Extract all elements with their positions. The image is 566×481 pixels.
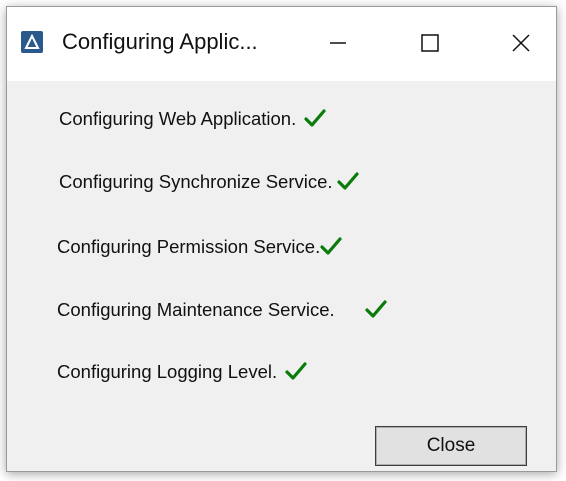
- maximize-button[interactable]: [407, 21, 453, 65]
- status-label: Configuring Permission Service.: [57, 236, 321, 257]
- title-bar[interactable]: Configuring Applic...: [7, 7, 556, 81]
- status-label: Configuring Logging Level.: [57, 361, 278, 382]
- status-line-maintenance-service: Configuring Maintenance Service.: [57, 295, 387, 325]
- checkmark-icon: [320, 237, 342, 255]
- status-label: Configuring Maintenance Service.: [57, 299, 335, 320]
- checkmark-icon: [365, 300, 387, 318]
- app-logo-icon: [21, 31, 43, 53]
- status-label: Configuring Synchronize Service.: [59, 171, 333, 192]
- maximize-icon: [421, 34, 439, 52]
- close-button[interactable]: Close: [375, 426, 527, 466]
- minimize-button[interactable]: [315, 21, 361, 65]
- window-title: Configuring Applic...: [62, 29, 258, 54]
- checkmark-icon: [304, 109, 326, 127]
- checkmark-icon: [285, 362, 307, 380]
- status-label: Configuring Web Application.: [59, 108, 297, 129]
- status-line-permission-service: Configuring Permission Service.: [57, 232, 342, 262]
- status-line-synchronize-service: Configuring Synchronize Service.: [59, 167, 359, 197]
- status-line-web-application: Configuring Web Application.: [59, 104, 326, 134]
- close-window-button[interactable]: [498, 21, 544, 65]
- configuring-dialog: Configuring Applic... Configuring Web Ap…: [6, 6, 557, 472]
- status-line-logging-level: Configuring Logging Level.: [57, 357, 307, 387]
- close-icon: [512, 34, 530, 52]
- dialog-content: Configuring Web Application. Configuring…: [7, 81, 556, 471]
- minimize-icon: [330, 42, 346, 44]
- checkmark-icon: [336, 172, 359, 190]
